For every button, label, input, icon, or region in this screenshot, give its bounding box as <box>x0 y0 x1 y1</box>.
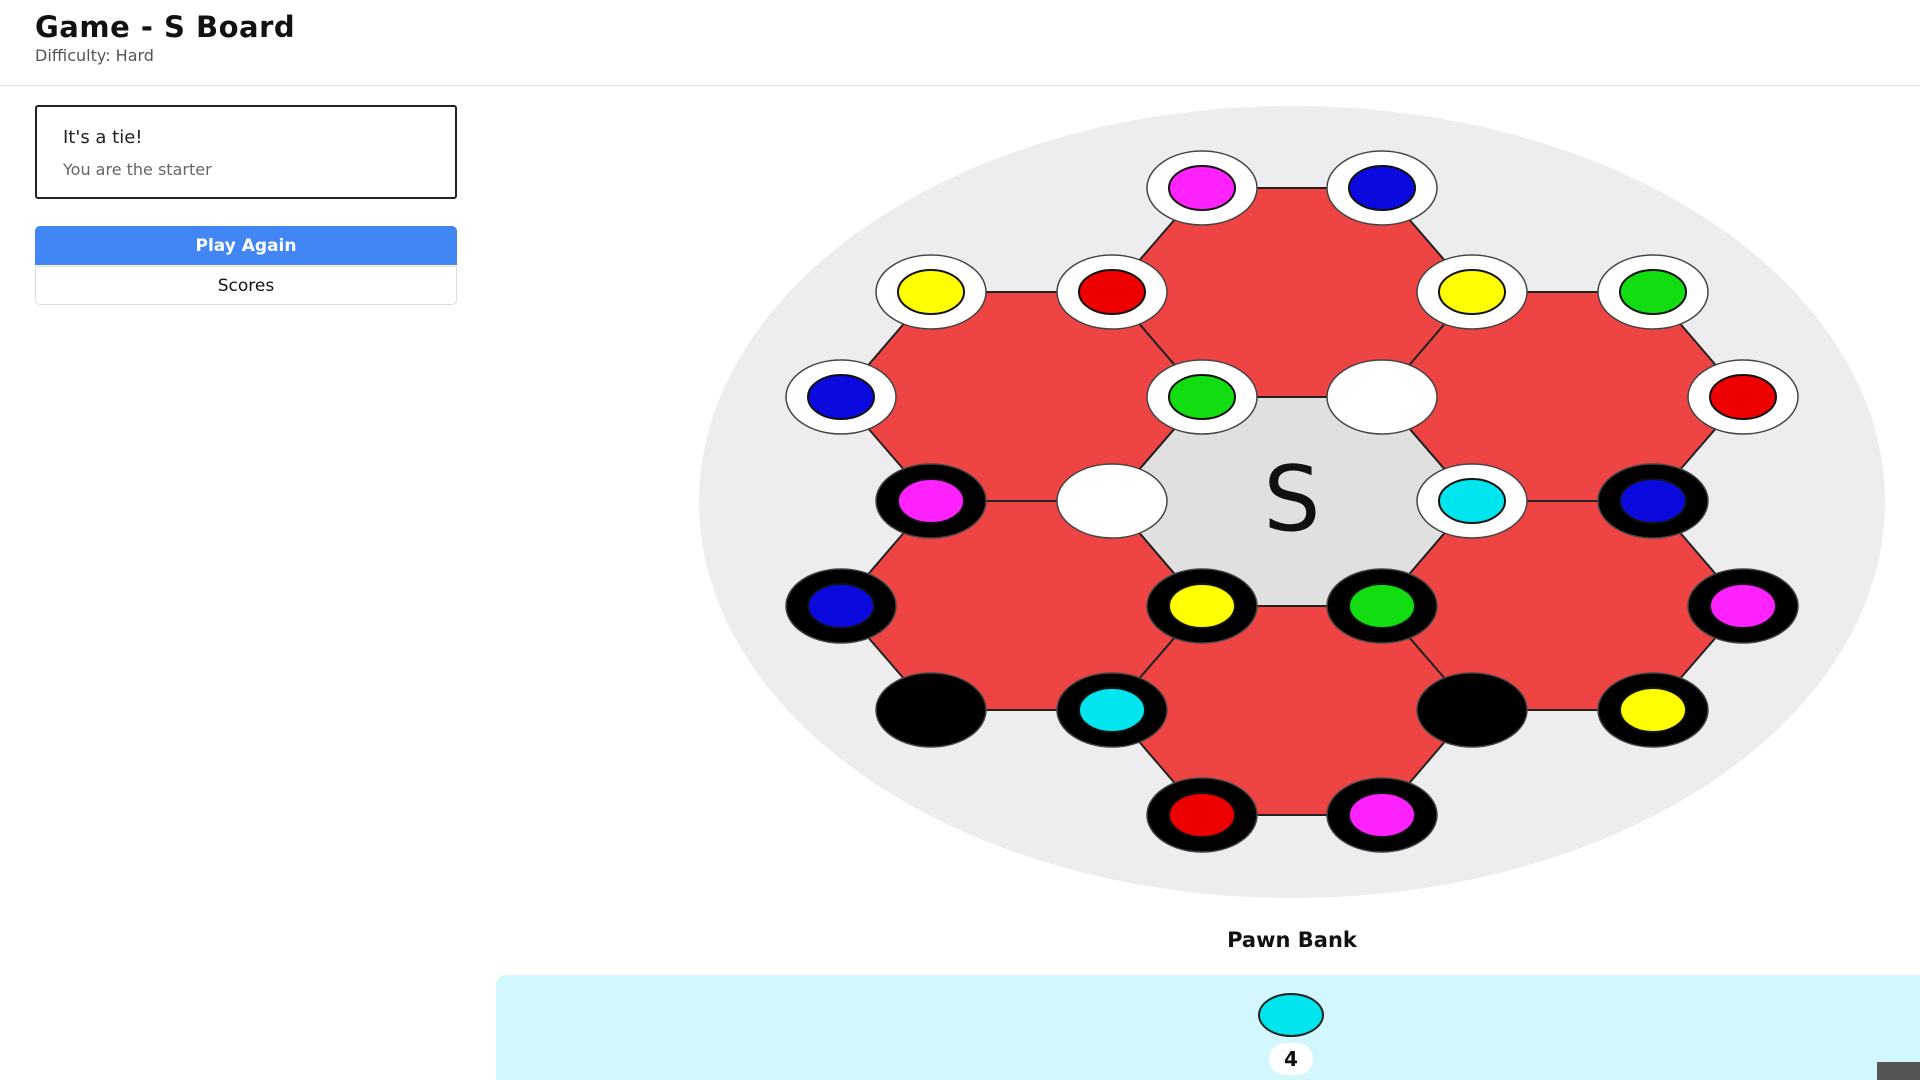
cyan-pawn <box>1438 478 1506 524</box>
blue-pawn <box>1619 478 1687 524</box>
board-node-n24[interactable] <box>1326 777 1438 853</box>
board-node-n22[interactable] <box>1597 672 1709 748</box>
board-node-n8[interactable] <box>1146 359 1258 435</box>
magenta-pawn <box>1348 792 1416 838</box>
yellow-pawn <box>897 269 965 315</box>
red-pawn <box>1078 269 1146 315</box>
game-board: S <box>699 106 1885 898</box>
blue-pawn <box>807 583 875 629</box>
bank-pawn[interactable] <box>1258 993 1324 1037</box>
green-pawn <box>1168 374 1236 420</box>
corner-tab <box>1877 1062 1920 1080</box>
cyan-pawn <box>1078 687 1146 733</box>
board-node-n6[interactable] <box>1597 254 1709 330</box>
board-node-n4[interactable] <box>1056 254 1168 330</box>
center-letter: S <box>1263 447 1320 552</box>
board-node-n5[interactable] <box>1416 254 1528 330</box>
board-node-n10[interactable] <box>1687 359 1799 435</box>
green-pawn <box>1348 583 1416 629</box>
board-node-n15[interactable] <box>785 568 897 644</box>
bank-pawn-count: 4 <box>1269 1043 1313 1075</box>
board-node-n20[interactable] <box>1056 672 1168 748</box>
board-node-n13[interactable] <box>1416 463 1528 539</box>
board-node-n7[interactable] <box>785 359 897 435</box>
board-node-n17[interactable] <box>1326 568 1438 644</box>
yellow-pawn <box>1438 269 1506 315</box>
blue-pawn <box>1348 165 1416 211</box>
board-node-n14[interactable] <box>1597 463 1709 539</box>
white-node-ring <box>1326 359 1438 435</box>
blue-pawn <box>807 374 875 420</box>
board-node-n11[interactable] <box>875 463 987 539</box>
board-node-n12[interactable] <box>1056 463 1168 539</box>
pawn-bank: 4 <box>496 975 1920 1080</box>
magenta-pawn <box>897 478 965 524</box>
black-node-ring <box>1416 672 1528 748</box>
yellow-pawn <box>1619 687 1687 733</box>
board-node-n19[interactable] <box>875 672 987 748</box>
board-node-n23[interactable] <box>1146 777 1258 853</box>
yellow-pawn <box>1168 583 1236 629</box>
red-pawn <box>1168 792 1236 838</box>
black-node-ring <box>875 672 987 748</box>
magenta-pawn <box>1709 583 1777 629</box>
board-node-n18[interactable] <box>1687 568 1799 644</box>
green-pawn <box>1619 269 1687 315</box>
pawn-bank-label: Pawn Bank <box>1227 928 1357 952</box>
magenta-pawn <box>1168 165 1236 211</box>
board-node-n2[interactable] <box>1326 150 1438 226</box>
red-pawn <box>1709 374 1777 420</box>
board-node-n3[interactable] <box>875 254 987 330</box>
board-node-n21[interactable] <box>1416 672 1528 748</box>
board-node-n9[interactable] <box>1326 359 1438 435</box>
board-node-n16[interactable] <box>1146 568 1258 644</box>
board-node-n1[interactable] <box>1146 150 1258 226</box>
white-node-ring <box>1056 463 1168 539</box>
